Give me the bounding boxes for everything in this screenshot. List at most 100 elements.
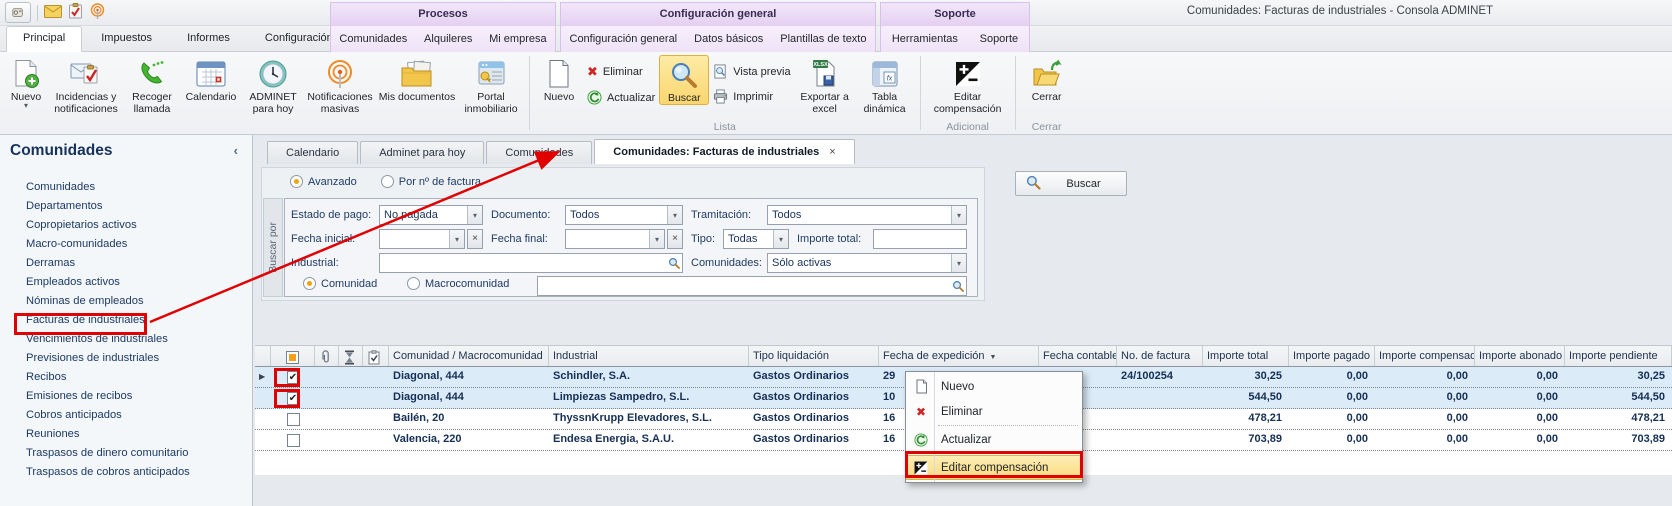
sidebar-item-traspasos-dinero[interactable]: Traspasos de dinero comunitario — [0, 444, 252, 463]
col-header-no-factura[interactable]: No. de factura — [1117, 346, 1203, 366]
tab-principal[interactable]: Principal — [6, 26, 82, 52]
nuevo-button[interactable]: Nuevo ▾ — [4, 55, 48, 109]
doc-tab-comunidades[interactable]: Comunidades — [486, 141, 592, 164]
chevron-down-icon[interactable]: ▾ — [951, 254, 966, 272]
select-all-checkbox-icon[interactable] — [286, 351, 299, 364]
tabla-dinamica-button[interactable]: fx Tabla dinámica — [855, 55, 915, 115]
row-checkbox[interactable]: ✔ — [287, 392, 300, 405]
industrial-input[interactable] — [379, 253, 683, 273]
calendario-button[interactable]: Calendario — [180, 55, 242, 103]
fecha-inicial-input[interactable]: ▾ — [379, 229, 465, 249]
context-menu-nuevo[interactable]: Nuevo — [906, 374, 1082, 399]
col-header-importe-pendiente[interactable]: Importe pendiente — [1565, 346, 1672, 366]
col-header-importe-abonado[interactable]: Importe abonado — [1475, 346, 1565, 366]
col-header-fecha-expedicion[interactable]: Fecha de expedición▼ — [879, 346, 1039, 366]
editar-compensacion-button[interactable]: Editar compensación — [926, 55, 1010, 115]
sidebar-item-traspasos-cobros[interactable]: Traspasos de cobros anticipados — [0, 463, 252, 482]
sidebar-item-facturas-industriales[interactable]: Facturas de industriales — [0, 311, 252, 330]
sidebar-item-vencimientos[interactable]: Vencimientos de industriales — [0, 330, 252, 349]
sidebar-collapse-button[interactable]: ‹ — [234, 143, 238, 158]
mis-documentos-button[interactable]: Mis documentos — [376, 55, 458, 103]
col-header-importe-compensado[interactable]: Importe compensado — [1375, 346, 1475, 366]
tab-mi-empresa[interactable]: Mi empresa — [489, 33, 546, 45]
chevron-down-icon[interactable]: ▾ — [467, 206, 482, 224]
adminet-hoy-button[interactable]: ADMINET para hoy — [242, 55, 304, 115]
imprimir-button[interactable]: Imprimir — [709, 88, 794, 105]
col-header-tipo-liquidacion[interactable]: Tipo liquidación — [749, 346, 879, 366]
mail-quick-button[interactable] — [44, 5, 62, 21]
vista-previa-button[interactable]: Vista previa — [709, 63, 794, 80]
select-all-header[interactable] — [271, 346, 315, 366]
sidebar-item-copropietarios[interactable]: Copropietarios activos — [0, 216, 252, 235]
col-header-industrial[interactable]: Industrial — [549, 346, 749, 366]
col-header-importe-total[interactable]: Importe total — [1203, 346, 1289, 366]
buscar-button[interactable]: Buscar — [1015, 171, 1127, 196]
fecha-inicial-clear-icon[interactable]: × — [467, 229, 483, 249]
notificaciones-masivas-button[interactable]: Notificaciones masivas — [304, 55, 376, 115]
recoger-llamada-button[interactable]: Recoger llamada — [124, 55, 180, 115]
row-checkbox[interactable]: ✔ — [287, 371, 300, 384]
lista-nuevo-button[interactable]: Nuevo — [535, 55, 583, 103]
buscar-ribbon-button[interactable]: Buscar — [659, 55, 709, 105]
search-icon[interactable] — [666, 254, 682, 272]
radio-comunidad[interactable]: Comunidad — [303, 277, 377, 290]
incidencias-button[interactable]: Incidencias y notificaciones — [48, 55, 124, 115]
sidebar-item-empleados[interactable]: Empleados activos — [0, 273, 252, 292]
tab-plantillas-texto[interactable]: Plantillas de texto — [780, 33, 866, 45]
estado-pago-select[interactable]: No pagada▾ — [379, 205, 483, 225]
confirmed-column-header[interactable] — [363, 346, 389, 366]
tab-comunidades[interactable]: Comunidades — [339, 33, 407, 45]
col-header-fecha-contable[interactable]: Fecha contable — [1039, 346, 1117, 366]
sidebar-item-nominas[interactable]: Nóminas de empleados — [0, 292, 252, 311]
sidebar-item-comunidades[interactable]: Comunidades — [0, 178, 252, 197]
chevron-down-icon[interactable]: ▾ — [667, 206, 682, 224]
sidebar-item-derramas[interactable]: Derramas — [0, 254, 252, 273]
comunidades-select[interactable]: Sólo activas▾ — [767, 253, 967, 273]
sidebar-item-reuniones[interactable]: Reuniones — [0, 425, 252, 444]
fecha-final-clear-icon[interactable]: × — [667, 229, 683, 249]
close-tab-icon[interactable]: × — [829, 146, 835, 158]
sidebar-item-cobros[interactable]: Cobros anticipados — [0, 406, 252, 425]
tab-herramientas[interactable]: Herramientas — [892, 33, 958, 45]
tipo-select[interactable]: Todas▾ — [723, 229, 789, 249]
doc-tab-adminet-hoy[interactable]: Adminet para hoy — [360, 141, 484, 164]
col-header-importe-pagado[interactable]: Importe pagado — [1289, 346, 1375, 366]
tasks-quick-button[interactable] — [68, 3, 83, 22]
broadcast-quick-button[interactable] — [89, 3, 106, 23]
tab-configuracion-general[interactable]: Configuración general — [570, 33, 678, 45]
doc-tab-calendario[interactable]: Calendario — [267, 141, 358, 164]
chevron-down-icon[interactable]: ▾ — [649, 230, 664, 248]
search-icon[interactable] — [950, 277, 966, 295]
radio-avanzado[interactable]: Avanzado — [290, 175, 357, 188]
chevron-down-icon[interactable]: ▾ — [449, 230, 464, 248]
tab-impuestos[interactable]: Impuestos — [85, 27, 168, 53]
exportar-excel-button[interactable]: XLSX Exportar a excel — [795, 55, 855, 115]
pending-column-header[interactable] — [339, 346, 363, 366]
chevron-down-icon[interactable]: ▾ — [773, 230, 788, 248]
radio-macrocomunidad[interactable]: Macrocomunidad — [407, 277, 509, 290]
sidebar-item-recibos[interactable]: Recibos — [0, 368, 252, 387]
tab-alquileres[interactable]: Alquileres — [424, 33, 472, 45]
chevron-down-icon[interactable]: ▾ — [951, 206, 966, 224]
attachment-column-header[interactable] — [315, 346, 339, 366]
sidebar-item-emisiones[interactable]: Emisiones de recibos — [0, 387, 252, 406]
fecha-final-input[interactable]: ▾ — [565, 229, 665, 249]
radio-por-factura[interactable]: Por nº de factura — [381, 175, 481, 188]
actualizar-button[interactable]: Actualizar — [583, 89, 659, 106]
sidebar-item-macro-comunidades[interactable]: Macro-comunidades — [0, 235, 252, 254]
cerrar-button[interactable]: Cerrar — [1021, 55, 1073, 103]
tab-soporte[interactable]: Soporte — [980, 33, 1019, 45]
col-header-comunidad[interactable]: Comunidad / Macrocomunidad — [389, 346, 549, 366]
comunidad-search-input[interactable] — [537, 276, 967, 296]
sidebar-item-previsiones[interactable]: Previsiones de industriales — [0, 349, 252, 368]
row-checkbox[interactable] — [287, 413, 300, 426]
nuevo-dropdown-caret[interactable]: ▾ — [24, 103, 28, 109]
context-menu-actualizar[interactable]: Actualizar — [906, 427, 1082, 452]
row-checkbox[interactable] — [287, 434, 300, 447]
eliminar-button[interactable]: ✖ Eliminar — [583, 63, 659, 81]
context-menu-editar-compensacion[interactable]: Editar compensación — [906, 455, 1082, 480]
tab-datos-basicos[interactable]: Datos básicos — [694, 33, 763, 45]
importe-total-input[interactable] — [873, 229, 967, 249]
doc-tab-facturas-industriales[interactable]: Comunidades: Facturas de industriales× — [594, 139, 854, 164]
context-menu-eliminar[interactable]: ✖ Eliminar — [906, 399, 1082, 424]
